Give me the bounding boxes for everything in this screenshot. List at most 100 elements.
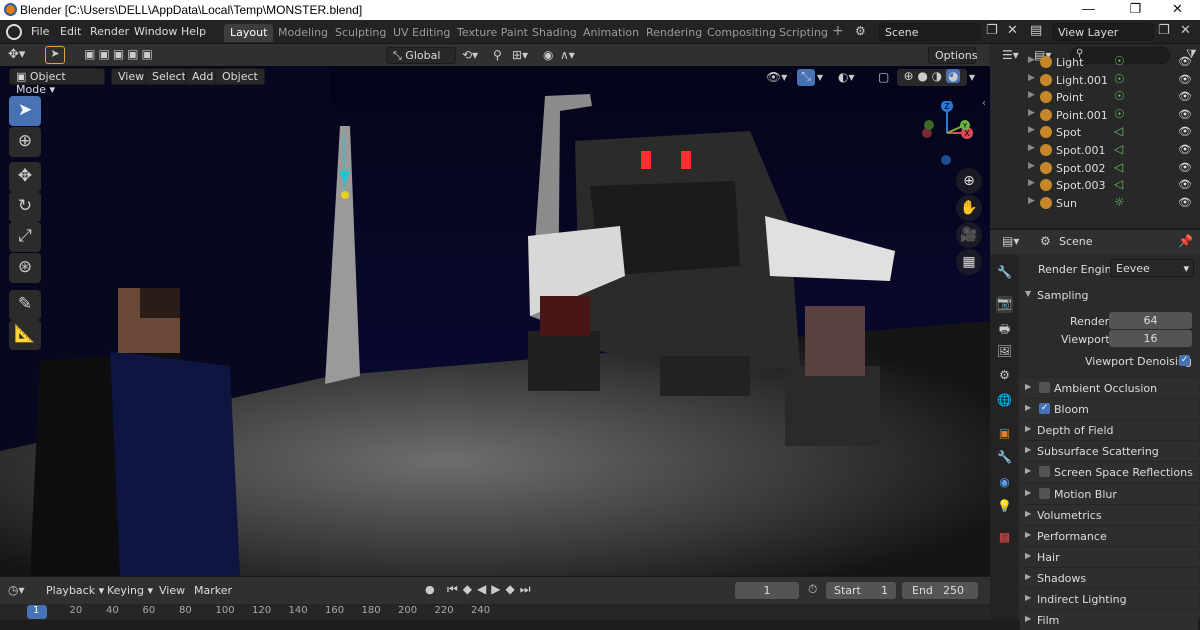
visibility-eye-icon[interactable]: 👁 (1178, 178, 1192, 191)
panel-enable-checkbox[interactable] (1039, 487, 1050, 499)
close-window-button[interactable]: ✕ (1155, 1, 1200, 17)
panel-performance[interactable]: ▶ Performance (1020, 524, 1198, 546)
light-data-icon[interactable]: ◁ (1114, 124, 1123, 138)
end-frame-field[interactable]: End 250 (902, 582, 978, 599)
panel-enable-checkbox[interactable] (1039, 466, 1050, 478)
panel-subsurface-scattering[interactable]: ▶ Subsurface Scattering (1020, 440, 1198, 462)
visibility-eye-icon[interactable]: 👁 (1178, 73, 1192, 86)
panel-motion-blur[interactable]: ▶ Motion Blur (1020, 482, 1198, 504)
visibility-eye-icon[interactable]: 👁 (1178, 196, 1192, 209)
delete-scene-icon[interactable]: ✕ (1007, 23, 1018, 38)
view-layer-field[interactable]: View Layer (1052, 23, 1154, 41)
panel-enable-checkbox[interactable]: ✓ (1039, 403, 1050, 415)
object-tab-icon[interactable]: ▣ (996, 426, 1013, 443)
object-mode-dropdown[interactable]: ▣ Object Mode ▾ (9, 68, 105, 96)
new-scene-icon[interactable]: ❐ (986, 23, 998, 38)
tab-compositing[interactable]: Compositing (701, 24, 782, 42)
timeline-keying-menu[interactable]: Keying ▾ (107, 584, 153, 597)
xray-icon[interactable]: ▢ (878, 70, 889, 84)
rotate-tool-icon[interactable]: ↻ (9, 192, 41, 222)
pan-hand-icon[interactable]: ✋ (956, 195, 982, 221)
viewport-denoising-checkbox[interactable]: ✓ (1179, 355, 1190, 366)
light-data-icon[interactable]: ☉ (1114, 89, 1125, 103)
expand-arrow-icon[interactable]: ▶ (1028, 108, 1035, 118)
object-data-tab-icon[interactable]: 💡 (996, 499, 1013, 516)
outliner-item[interactable]: ▶ Spot.003 ◁ 👁 (990, 177, 1200, 195)
snap-icon[interactable]: ⚲ (493, 48, 502, 62)
3d-viewport[interactable]: ➤ ⊕ ✥ ↻ ⤢ ⊛ ✎ 📐 ▣ Object Mode ▾ View Sel… (0, 66, 990, 576)
tab-scripting[interactable]: Scripting (773, 24, 834, 42)
scene-tab-icon[interactable]: ⚙ (996, 368, 1013, 385)
timeline-playback-menu[interactable]: Playback ▾ (46, 584, 104, 597)
light-data-icon[interactable]: ☉ (1114, 54, 1125, 68)
transform-orientation-dropdown[interactable]: ⤡ Global ▾ (386, 47, 456, 76)
expand-arrow-icon[interactable]: ▶ (1028, 143, 1035, 153)
pin-icon[interactable]: 📌 (1178, 234, 1193, 248)
panel-volumetrics[interactable]: ▶ Volumetrics (1020, 503, 1198, 525)
gizmo-dropdown-icon[interactable]: ▾ (817, 70, 823, 84)
snap-element-icon[interactable]: ⊞▾ (512, 48, 528, 62)
physics-tab-icon[interactable]: ◉ (996, 475, 1013, 492)
menu-file[interactable]: File (31, 25, 49, 38)
render-engine-dropdown[interactable]: Eevee ▾ (1110, 259, 1194, 277)
light-data-icon[interactable]: ☉ (1114, 72, 1125, 86)
new-view-layer-icon[interactable]: ❐ (1158, 23, 1170, 38)
light-data-icon[interactable]: ◁ (1114, 160, 1123, 174)
expand-arrow-icon[interactable]: ▶ (1028, 161, 1035, 171)
light-data-icon[interactable]: ◁ (1114, 177, 1123, 191)
render-samples-field[interactable]: 64 (1109, 312, 1192, 329)
tab-rendering[interactable]: Rendering (640, 24, 708, 42)
render-tab-icon[interactable]: 📷 (996, 296, 1013, 313)
options-dropdown[interactable]: Options ▾ (928, 47, 977, 75)
tab-shading[interactable]: Shading (526, 24, 583, 42)
visibility-eye-icon[interactable]: 👁 (1178, 125, 1192, 138)
panel-depth-of-field[interactable]: ▶ Depth of Field (1020, 419, 1198, 441)
timeline-view-menu[interactable]: View (159, 584, 185, 597)
expand-arrow-icon[interactable]: ▶ (1028, 90, 1035, 100)
timeline-editor-type-icon[interactable]: ◷▾ (8, 583, 25, 597)
selection-mode-icons[interactable]: ▣▣▣▣▣ (80, 47, 160, 63)
light-data-icon[interactable]: ◁ (1114, 142, 1123, 156)
view-layer-icon[interactable]: ▤ (1030, 23, 1042, 38)
visibility-eye-icon[interactable]: 👁 (1178, 143, 1192, 156)
record-icon[interactable]: ● (425, 583, 435, 596)
light-data-icon[interactable]: ☉ (1114, 107, 1125, 121)
expand-arrow-icon[interactable]: ▶ (1028, 125, 1035, 135)
visibility-eye-icon[interactable]: 👁 (1178, 55, 1192, 68)
scene-field[interactable]: Scene (879, 23, 981, 41)
visibility-eye-icon[interactable]: 👁 (1178, 161, 1192, 174)
tab-texture-paint[interactable]: Texture Paint (451, 24, 534, 42)
viewport-samples-field[interactable]: 16 (1109, 330, 1192, 347)
menu-render[interactable]: Render (90, 25, 129, 38)
panel-ambient-occlusion[interactable]: ▶ Ambient Occlusion (1020, 377, 1198, 398)
panel-film[interactable]: ▶ Film (1020, 609, 1198, 630)
menu-edit[interactable]: Edit (60, 25, 81, 38)
expand-arrow-icon[interactable]: ▶ (1028, 55, 1035, 65)
transform-tool-icon[interactable]: ⊛ (9, 253, 41, 283)
scene-icon[interactable]: ⚙ (855, 24, 866, 38)
pivot-point-icon[interactable]: ⟲▾ (462, 48, 478, 62)
texture-tab-icon[interactable]: ▩ (996, 530, 1013, 547)
menu-object[interactable]: Object (215, 68, 265, 85)
properties-editor-type-icon[interactable]: ▤▾ (1002, 234, 1019, 248)
outliner-item[interactable]: ▶ Sun ☼ 👁 (990, 195, 1200, 213)
stopwatch-icon[interactable]: ⏱ (808, 582, 817, 597)
zoom-icon[interactable]: ⊕ (956, 168, 982, 194)
visibility-icon[interactable]: 👁▾ (766, 70, 787, 84)
frame-ruler[interactable]: 1 20 40 60 80 100 120 140 160 180 200 220 240 (0, 604, 990, 620)
overlays-icon[interactable]: ◐▾ (838, 70, 855, 84)
axis-gizmo[interactable]: Z X Y (912, 101, 982, 171)
playback-controls-icons[interactable]: ⏮◆◀▶◆⏭ (447, 582, 536, 597)
outliner-item[interactable]: ▶ Spot ◁ 👁 (990, 124, 1200, 142)
current-frame-field[interactable]: 1 (735, 582, 799, 599)
editor-type-icon[interactable]: ✥▾ (8, 47, 25, 62)
blender-menu-icon[interactable] (6, 24, 22, 40)
expand-arrow-icon[interactable]: ▶ (1028, 178, 1035, 188)
tab-sculpting[interactable]: Sculpting (329, 24, 392, 42)
panel-enable-checkbox[interactable] (1039, 382, 1050, 393)
panel-shadows[interactable]: ▶ Shadows (1020, 566, 1198, 588)
shading-mode-icons[interactable]: ⊕ ● ◑ ◕ (897, 69, 967, 86)
panel-indirect-lighting[interactable]: ▶ Indirect Lighting (1020, 588, 1198, 609)
tab-layout[interactable]: Layout (224, 24, 274, 42)
outliner-item[interactable]: ▶ Spot.001 ◁ 👁 (990, 142, 1200, 160)
